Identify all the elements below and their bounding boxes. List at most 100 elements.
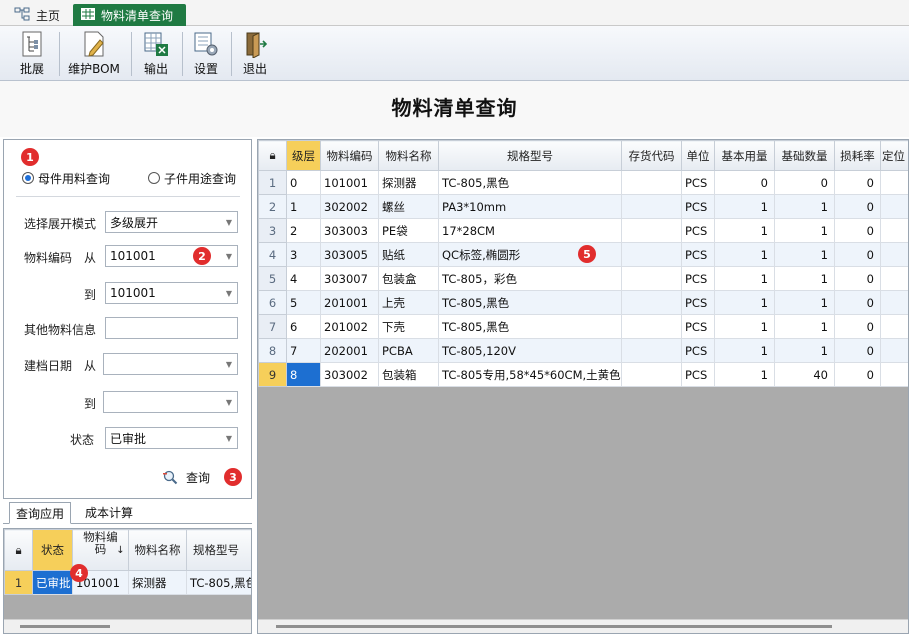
table-row[interactable]: 8 7 202001 PCBA TC-805,120V PCS 1 1 0 xyxy=(258,338,908,363)
column-header-spec[interactable]: 规格型号 xyxy=(186,529,251,571)
lock-column-header[interactable]: 🔒︎ xyxy=(258,140,287,171)
tab-home[interactable]: 主页 xyxy=(6,4,68,26)
cell-location[interactable] xyxy=(880,362,908,387)
cell-level[interactable]: 7 xyxy=(286,338,321,363)
cell-location[interactable] xyxy=(880,242,908,267)
cell-location[interactable] xyxy=(880,194,908,219)
cell-base-num[interactable]: 40 xyxy=(774,362,835,387)
cell-loss-rate[interactable]: 0 xyxy=(834,362,881,387)
column-header-code[interactable]: 物料编码 xyxy=(320,140,379,171)
cell-spec[interactable]: TC-805,黑色 xyxy=(186,570,251,595)
cell-name[interactable]: PCBA xyxy=(378,338,439,363)
cell-unit[interactable]: PCS xyxy=(681,290,715,315)
cell-spec[interactable]: TC-805,黑色 xyxy=(438,170,622,195)
column-header-stock-code[interactable]: 存货代码 xyxy=(621,140,682,171)
cell-basic-qty[interactable]: 1 xyxy=(714,314,775,339)
cell-stock-code[interactable] xyxy=(621,314,682,339)
cell-location[interactable] xyxy=(880,170,908,195)
cell-name[interactable]: 探测器 xyxy=(128,570,187,595)
horizontal-scrollbar[interactable] xyxy=(258,619,908,633)
cell-base-num[interactable]: 1 xyxy=(774,266,835,291)
scrollbar-thumb[interactable] xyxy=(20,625,110,628)
cell-basic-qty[interactable]: 1 xyxy=(714,194,775,219)
cell-base-num[interactable]: 1 xyxy=(774,194,835,219)
radio-child-usage[interactable]: 子件用途查询 xyxy=(148,168,252,188)
cell-name[interactable]: 包装箱 xyxy=(378,362,439,387)
horizontal-scrollbar[interactable] xyxy=(4,619,251,633)
cell-unit[interactable]: PCS xyxy=(681,314,715,339)
chevron-down-icon[interactable]: ▼ xyxy=(221,246,237,266)
cell-loss-rate[interactable]: 0 xyxy=(834,170,881,195)
status-select[interactable]: 已审批 ▼ xyxy=(105,427,238,449)
cell-stock-code[interactable] xyxy=(621,194,682,219)
cell-basic-qty[interactable]: 1 xyxy=(714,290,775,315)
cell-code[interactable]: 303005 xyxy=(320,242,379,267)
cell-code[interactable]: 302002 xyxy=(320,194,379,219)
cell-stock-code[interactable] xyxy=(621,218,682,243)
cell-loss-rate[interactable]: 0 xyxy=(834,290,881,315)
cell-unit[interactable]: PCS xyxy=(681,362,715,387)
cell-unit[interactable]: PCS xyxy=(681,218,715,243)
chevron-down-icon[interactable]: ▼ xyxy=(221,392,237,412)
table-row[interactable]: 9 8 303002 包装箱 TC-805专用,58*45*60CM,土黄色 PCS 1 40… xyxy=(258,362,908,387)
tab-cost-calc[interactable]: 成本计算 xyxy=(79,502,139,524)
cell-loss-rate[interactable]: 0 xyxy=(834,338,881,363)
cell-location[interactable] xyxy=(880,290,908,315)
cell-basic-qty[interactable]: 1 xyxy=(714,266,775,291)
cell-loss-rate[interactable]: 0 xyxy=(834,194,881,219)
cell-stock-code[interactable] xyxy=(621,338,682,363)
cell-spec[interactable]: 17*28CM xyxy=(438,218,622,243)
cell-unit[interactable]: PCS xyxy=(681,170,715,195)
table-row[interactable]: 3 2 303003 PE袋 17*28CM PCS 1 1 0 xyxy=(258,218,908,243)
cell-spec[interactable]: TC-805，彩色 xyxy=(438,266,622,291)
cell-loss-rate[interactable]: 0 xyxy=(834,266,881,291)
query-button[interactable]: 查询 xyxy=(162,467,210,487)
tab-query-apply[interactable]: 查询应用 xyxy=(9,502,72,524)
cell-level[interactable]: 1 xyxy=(286,194,321,219)
cell-location[interactable] xyxy=(880,266,908,291)
table-row[interactable]: 7 6 201002 下壳 TC-805,黑色 PCS 1 1 0 xyxy=(258,314,908,339)
cell-base-num[interactable]: 0 xyxy=(774,170,835,195)
cell-base-num[interactable]: 1 xyxy=(774,242,835,267)
export-button[interactable]: 输出 xyxy=(136,28,176,78)
cell-name[interactable]: PE袋 xyxy=(378,218,439,243)
cell-stock-code[interactable] xyxy=(621,290,682,315)
cell-stock-code[interactable] xyxy=(621,362,682,387)
chevron-down-icon[interactable]: ▼ xyxy=(221,428,237,448)
expand-button[interactable]: 批展 xyxy=(12,28,52,78)
table-row[interactable]: 6 5 201001 上壳 TC-805,黑色 PCS 1 1 0 xyxy=(258,290,908,315)
settings-button[interactable]: 设置 xyxy=(187,28,225,78)
other-info-input[interactable] xyxy=(105,317,238,339)
cell-code[interactable]: 101001 xyxy=(320,170,379,195)
exit-button[interactable]: 退出 xyxy=(236,28,274,78)
expand-mode-select[interactable]: 多级展开 ▼ xyxy=(105,211,238,233)
cell-code[interactable]: 201002 xyxy=(320,314,379,339)
column-header-basic-qty[interactable]: 基本用量 xyxy=(714,140,775,171)
cell-unit[interactable]: PCS xyxy=(681,242,715,267)
column-header-spec[interactable]: 规格型号 xyxy=(438,140,622,171)
chevron-down-icon[interactable]: ▼ xyxy=(221,283,237,303)
cell-basic-qty[interactable]: 0 xyxy=(714,170,775,195)
table-row[interactable]: 5 4 303007 包装盒 TC-805，彩色 PCS 1 1 0 xyxy=(258,266,908,291)
scrollbar-thumb[interactable] xyxy=(276,625,832,628)
column-header-location[interactable]: 定位 xyxy=(880,140,908,171)
maintain-bom-button[interactable]: 维护BOM xyxy=(64,28,124,78)
cell-code[interactable]: 201001 xyxy=(320,290,379,315)
cell-level[interactable]: 8 xyxy=(286,362,321,387)
cell-code[interactable]: 303002 xyxy=(320,362,379,387)
cell-name[interactable]: 螺丝 xyxy=(378,194,439,219)
cell-stock-code[interactable] xyxy=(621,170,682,195)
cell-loss-rate[interactable]: 0 xyxy=(834,218,881,243)
cell-basic-qty[interactable]: 1 xyxy=(714,362,775,387)
cell-base-num[interactable]: 1 xyxy=(774,338,835,363)
cell-base-num[interactable]: 1 xyxy=(774,218,835,243)
cell-level[interactable]: 3 xyxy=(286,242,321,267)
column-header-name[interactable]: 物料名称 xyxy=(128,529,187,571)
table-row[interactable]: 1 0 101001 探测器 TC-805,黑色 PCS 0 0 0 xyxy=(258,170,908,195)
cell-loss-rate[interactable]: 0 xyxy=(834,314,881,339)
code-to-select[interactable]: 101001 ▼ xyxy=(105,282,238,304)
cell-level[interactable]: 4 xyxy=(286,266,321,291)
tab-bom-query[interactable]: 物料清单查询 xyxy=(73,4,186,26)
cell-spec[interactable]: TC-805,120V xyxy=(438,338,622,363)
column-header-base-num[interactable]: 基础数量 xyxy=(774,140,835,171)
